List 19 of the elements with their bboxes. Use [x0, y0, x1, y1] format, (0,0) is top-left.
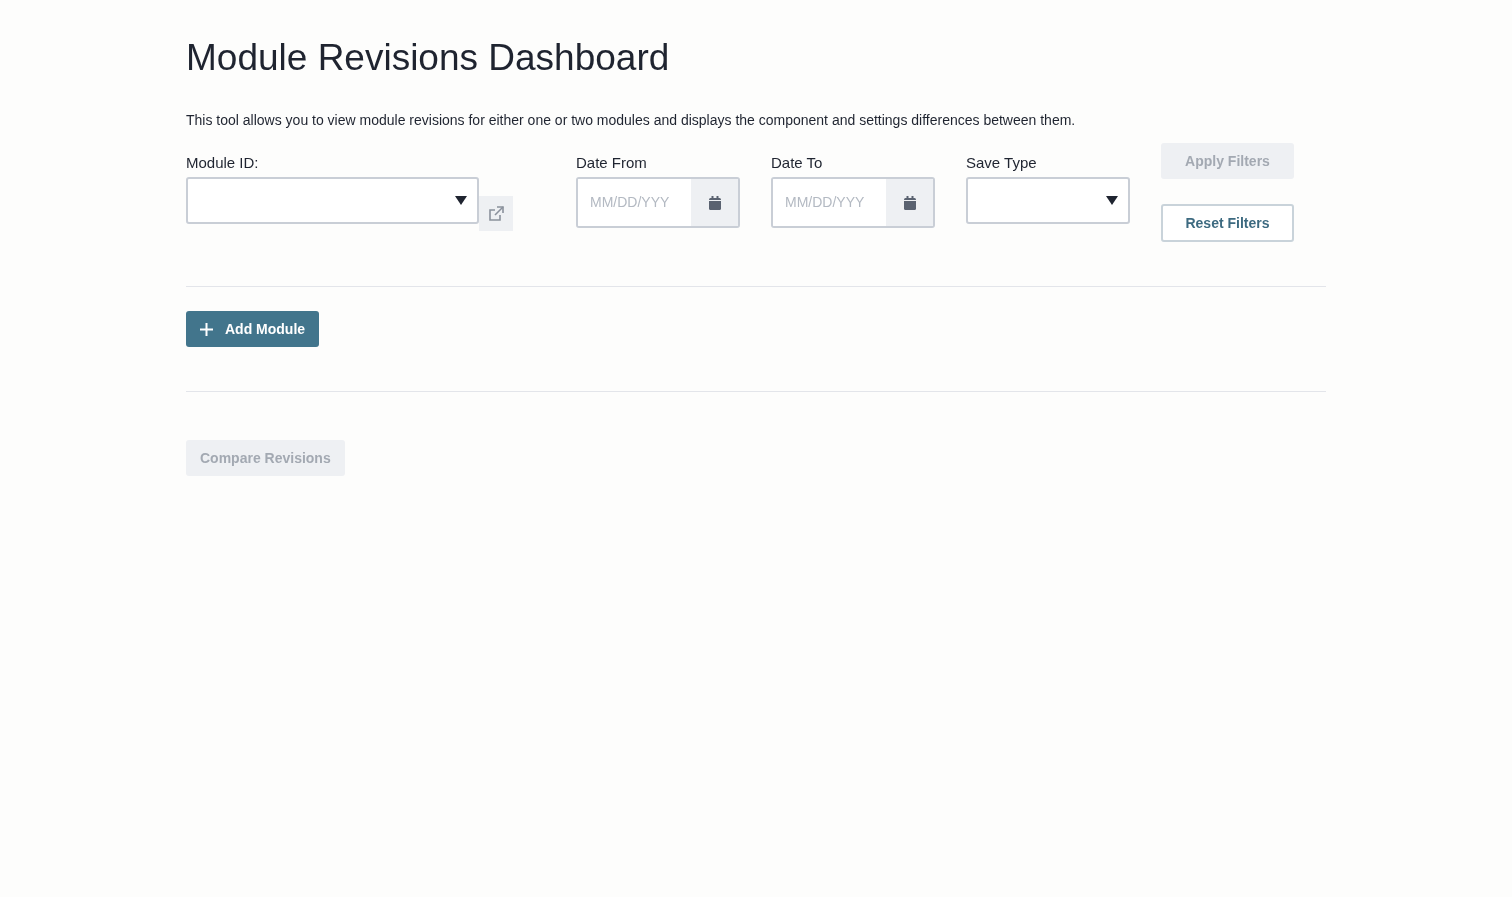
field-label: Date To: [771, 153, 824, 173]
open-link-button[interactable]: [479, 196, 513, 231]
field-label: Save Type: [966, 153, 1038, 173]
caret-icon: [455, 196, 468, 205]
caret-icon: [1106, 196, 1118, 205]
filter-button[interactable]: Reset Filters: [1161, 204, 1294, 242]
external-link-icon: [488, 205, 505, 222]
field-label: Date From: [576, 153, 648, 173]
dropdown-select[interactable]: [966, 177, 1130, 224]
description: This tool allows you to view module revisions for either one or two modules and displays the component and settings differences between them.: [186, 111, 1077, 130]
date-field[interactable]: MM/DD/YYY: [771, 177, 935, 228]
dropdown-select[interactable]: [186, 177, 480, 224]
page-title: Module Revisions Dashboard: [186, 36, 671, 80]
add-module-button[interactable]: Add Module: [186, 311, 320, 347]
plus-icon: [200, 322, 213, 336]
field-label: Module ID:: [186, 153, 260, 173]
calendar-icon: [708, 195, 721, 210]
date-field[interactable]: MM/DD/YYY: [576, 177, 740, 228]
calendar-icon: [903, 195, 916, 210]
